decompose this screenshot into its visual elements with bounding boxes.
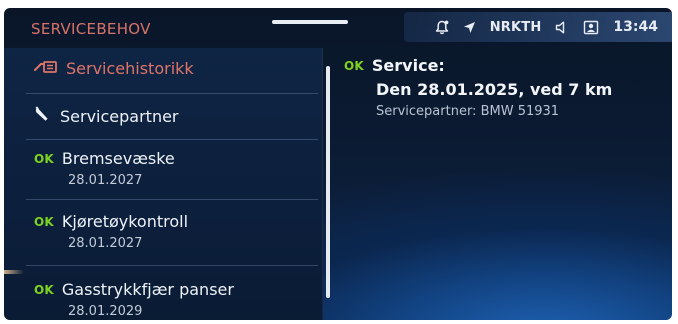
status-bar[interactable]: NRKTH 13:44 bbox=[404, 12, 672, 42]
list-scrollbar[interactable] bbox=[326, 66, 330, 298]
list-item-label: Servicehistorikk bbox=[66, 59, 194, 78]
speaker-muted-icon[interactable] bbox=[555, 21, 569, 34]
ok-status-badge: OK bbox=[34, 214, 54, 229]
detail-service-date: Den 28.01.2025, ved 7 km bbox=[376, 80, 613, 99]
notification-bell-icon[interactable] bbox=[435, 20, 449, 35]
list-item-date: 28.01.2027 bbox=[68, 173, 143, 188]
service-list: Servicehistorikk Servicepartner OK Brems… bbox=[4, 48, 323, 320]
pull-down-handle[interactable] bbox=[272, 20, 348, 24]
page-title: SERVICEBEHOV bbox=[31, 20, 151, 38]
contact-card-icon[interactable] bbox=[583, 20, 599, 35]
wrench-icon bbox=[34, 106, 52, 126]
list-item-label: Bremsevæske bbox=[61, 149, 175, 168]
ok-status-badge: OK bbox=[34, 282, 54, 297]
list-item-servicepartner[interactable]: Servicepartner bbox=[26, 94, 318, 140]
ok-status-badge: OK bbox=[344, 58, 364, 73]
list-item-label: Gasstrykkfjær panser bbox=[61, 280, 234, 299]
navigation-arrow-icon[interactable] bbox=[463, 21, 476, 34]
top-bar: SERVICEBEHOV NRKTH 13:44 bbox=[4, 8, 672, 48]
ok-status-badge: OK bbox=[34, 151, 54, 166]
idrive-screen: SERVICEBEHOV NRKTH 13:44 Servicehistorik… bbox=[4, 8, 672, 320]
detail-service-partner: Servicepartner: BMW 51931 bbox=[376, 104, 560, 119]
list-item-label: Servicepartner bbox=[60, 106, 179, 126]
clock: 13:44 bbox=[613, 19, 658, 35]
list-item-date: 28.01.2027 bbox=[68, 236, 143, 251]
radio-station-label[interactable]: NRKTH bbox=[490, 20, 542, 35]
list-item-gasstrykkfjaer-panser[interactable]: OK Gasstrykkfjær panser 28.01.2029 bbox=[26, 266, 318, 320]
service-detail-panel: OK Service: Den 28.01.2025, ved 7 km Ser… bbox=[344, 56, 664, 119]
list-item-label: Kjøretøykontroll bbox=[61, 212, 189, 231]
list-item-kjoretoykontroll[interactable]: OK Kjøretøykontroll 28.01.2027 bbox=[26, 200, 318, 266]
detail-title: Service: bbox=[371, 56, 445, 75]
list-item-bremsevaeske[interactable]: OK Bremsevæske 28.01.2027 bbox=[26, 140, 318, 200]
service-history-icon bbox=[34, 59, 58, 78]
list-item-servicehistorikk[interactable]: Servicehistorikk bbox=[26, 48, 318, 94]
list-item-date: 28.01.2029 bbox=[68, 304, 143, 319]
edge-glow bbox=[4, 270, 24, 274]
